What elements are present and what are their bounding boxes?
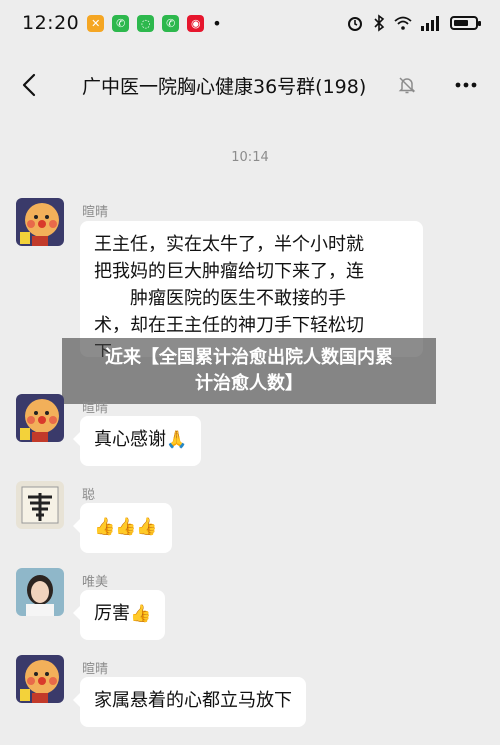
avatar[interactable]: [16, 655, 64, 703]
message-line: 术，却在王主任的神刀手下轻松切: [94, 315, 364, 336]
app-notification-icon: ✕: [87, 14, 105, 32]
bell-muted-icon: [398, 77, 416, 94]
thumbs-up-emoji-icon: 👍👍👍: [94, 517, 158, 537]
chat-title: 广中医一院胸心健康36号群(198): [82, 76, 367, 98]
message-text: 家属悬着的心都立马放下: [94, 690, 292, 711]
alarm-icon: [348, 17, 362, 31]
sender-name: 唯美: [82, 575, 109, 590]
message-line: 肿瘤医院的医生不敢接的手: [130, 288, 346, 309]
message-bubble[interactable]: 真心感谢🙏: [72, 416, 202, 466]
message-text: 真心感谢: [94, 429, 166, 450]
overlay-caption-line-1: 近来【全国累计治愈出院人数国内累: [105, 347, 393, 368]
overlay-caption-banner: 近来【全国累计治愈出院人数国内累 计治愈人数】: [62, 338, 436, 404]
wifi-icon: [394, 16, 412, 30]
message-line: 把我妈的巨大肿瘤给切下来了，连: [94, 261, 364, 282]
more-notifications-dot-icon: •: [212, 13, 222, 33]
sender-name: 暄晴: [82, 205, 109, 220]
battery-icon: [450, 16, 481, 30]
message-bubble[interactable]: 王主任，实在太牛了，半个小时就 把我妈的巨大肿瘤给切下来了，连 肿瘤医院的医生不…: [80, 221, 423, 357]
anpanman-avatar-icon: [16, 394, 64, 442]
photo-avatar-icon: [16, 568, 64, 616]
wechat-icon-2: ✆: [162, 14, 180, 32]
overlay-caption-line-2: 计治愈人数】: [195, 373, 303, 394]
message-timestamp: 10:14: [231, 150, 269, 165]
more-dots-icon[interactable]: [453, 72, 479, 98]
avatar[interactable]: [16, 568, 64, 616]
sender-name: 聪: [82, 488, 96, 503]
message-bubble[interactable]: 厉害👍: [72, 590, 166, 640]
thumbs-up-emoji-icon: 👍: [130, 604, 152, 624]
avatar[interactable]: [16, 481, 64, 529]
message-text: 厉害: [94, 603, 130, 624]
anpanman-avatar-icon: [16, 198, 64, 246]
signal-icon: [421, 16, 439, 31]
message-line: 王主任，实在太牛了，半个小时就: [94, 234, 364, 255]
anpanman-avatar-icon: [16, 655, 64, 703]
avatar[interactable]: [16, 198, 64, 246]
status-time: 12:20: [22, 12, 80, 34]
app-notification-icon-2: ◌: [137, 14, 155, 32]
status-left: 12:20 ✕ ✆ ◌ ✆ ◉ •: [22, 12, 222, 34]
weibo-icon: ◉: [187, 14, 205, 32]
message-bubble[interactable]: 👍👍👍: [73, 503, 172, 553]
status-bar: 12:20 ✕ ✆ ◌ ✆ ◉ •: [0, 0, 500, 46]
wechat-icon: ✆: [112, 14, 130, 32]
avatar[interactable]: [16, 394, 64, 442]
battery-level: [454, 20, 469, 26]
calligraphy-avatar-icon: [16, 481, 64, 529]
message-bubble[interactable]: 家属悬着的心都立马放下: [73, 677, 306, 727]
sender-name: 暄晴: [82, 401, 109, 416]
praying-hands-emoji-icon: 🙏: [166, 430, 188, 450]
bluetooth-icon: [374, 14, 385, 32]
back-chevron-icon[interactable]: [18, 72, 42, 98]
status-right: [346, 14, 481, 32]
chat-header: 广中医一院胸心健康36号群(198): [0, 60, 500, 110]
sender-name: 暄晴: [82, 662, 109, 677]
